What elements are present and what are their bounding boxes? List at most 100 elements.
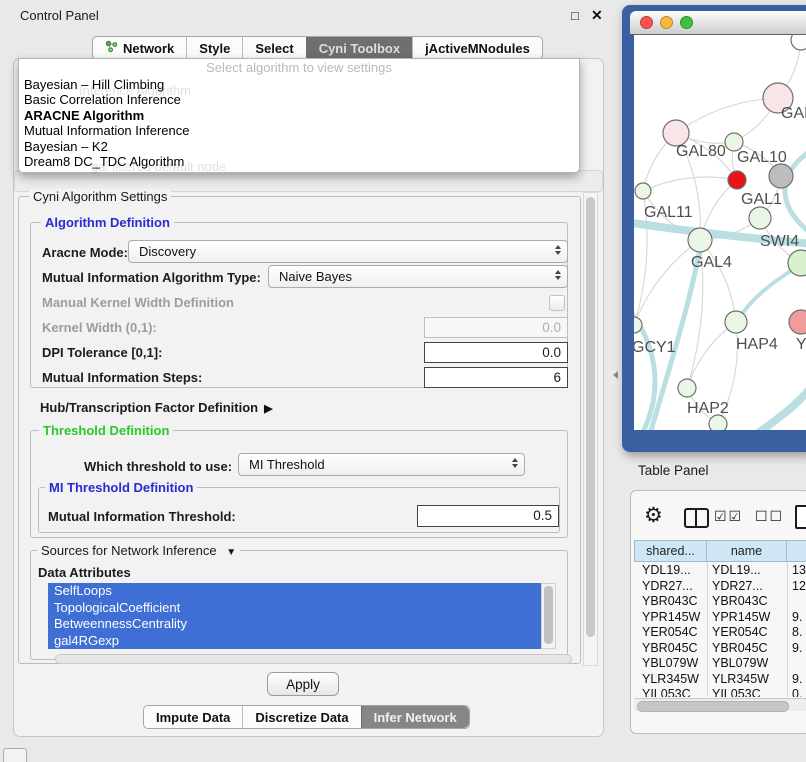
table-cell: YBR045C <box>642 641 698 655</box>
table-cell: YIL053C <box>712 687 761 697</box>
manual-kernel-width-checkbox[interactable] <box>549 295 565 311</box>
table-row[interactable]: YDL19...YDL19...13 <box>634 563 806 579</box>
attribute-item-gal4rgexp[interactable]: gal4RGexp <box>48 633 541 650</box>
table-row[interactable]: YBL079WYBL079W <box>634 656 806 672</box>
column-header-name[interactable]: name <box>707 540 787 562</box>
table-horizontal-scrollbar[interactable] <box>634 698 806 711</box>
table-cell: YDR27... <box>712 579 763 593</box>
tab-select[interactable]: Select <box>242 37 305 59</box>
node-label-hap4: HAP4 <box>736 336 778 353</box>
hub-definition-toggle[interactable]: Hub/Transcription Factor Definition▶ <box>40 400 273 415</box>
deselect-all-checkboxes-icon[interactable]: ☐☐ <box>755 508 784 525</box>
node-label-gal: GAL <box>781 105 806 122</box>
split-pane-collapse-icon[interactable] <box>613 371 618 379</box>
algorithm-item-basic-correlation-inference[interactable]: Basic Correlation Inference <box>19 92 579 107</box>
gear-icon[interactable]: ⚙ <box>644 503 663 529</box>
mi-algorithm-type-select[interactable]: Naive Bayes <box>268 265 568 288</box>
tab-network[interactable]: Network <box>93 37 186 59</box>
algorithm-item-bayesian-hill-climbing[interactable]: Bayesian – Hill Climbing <box>19 77 579 92</box>
horizontal-scrollbar[interactable] <box>55 654 572 664</box>
table-cell: YBR045C <box>712 641 768 655</box>
attribute-item-betweennesscentrality[interactable]: BetweennessCentrality <box>48 616 541 633</box>
network-node[interactable] <box>725 311 747 333</box>
table-cell: YDL19... <box>642 563 691 577</box>
node-label-swi4: SWI4 <box>760 233 799 250</box>
node-label-gal10: GAL10 <box>737 149 787 166</box>
algorithm-item-aracne-algorithm[interactable]: ARACNE Algorithm <box>19 108 579 123</box>
table-row[interactable]: YLR345WYLR345W9. <box>634 672 806 688</box>
table-row[interactable]: YBR043CYBR043C <box>634 594 806 610</box>
mi-steps-field[interactable]: 6 <box>424 367 568 388</box>
table-cell: 9. <box>792 672 802 686</box>
apply-button[interactable]: Apply <box>267 672 339 696</box>
stepper-arrows-icon <box>512 458 518 468</box>
tab-impute-data[interactable]: Impute Data <box>144 706 242 728</box>
network-node[interactable] <box>678 379 696 397</box>
network-node[interactable] <box>709 415 727 430</box>
screen: Control Panel □ ✕ NetworkStyleSelectCyni… <box>0 0 806 762</box>
network-canvas[interactable]: GALGAL80GAL10GAL1GAL11SWI4GAL4GCY1HAP4YH… <box>634 35 806 430</box>
network-node[interactable] <box>728 171 746 189</box>
table-cell: YLR345W <box>642 672 699 686</box>
network-node[interactable] <box>789 310 806 334</box>
close-icon[interactable]: ✕ <box>591 7 603 24</box>
tab-jactivemnodules[interactable]: jActiveMNodules <box>412 37 542 59</box>
column-header-shared[interactable]: shared... <box>634 540 707 562</box>
aracne-mode-label: Aracne Mode: <box>42 245 128 260</box>
mi-threshold-label: Mutual Information Threshold: <box>48 509 236 524</box>
group-title: Algorithm Definition <box>41 215 174 230</box>
network-node[interactable] <box>769 164 793 188</box>
float-window-icon[interactable]: □ <box>571 8 579 23</box>
algorithm-item-dream8-dc-tdc-algorithm[interactable]: Dream8 DC_TDC Algorithm <box>19 154 579 169</box>
stepper-arrows-icon <box>555 270 561 280</box>
column-separator <box>787 562 788 697</box>
network-icon <box>105 40 118 56</box>
which-threshold-select[interactable]: MI Threshold <box>238 453 525 476</box>
attribute-item-topologicalcoefficient[interactable]: TopologicalCoefficient <box>48 600 541 617</box>
mi-threshold-field[interactable]: 0.5 <box>417 505 559 527</box>
panel-dock-icon[interactable] <box>3 748 27 762</box>
aracne-mode-select[interactable]: Discovery <box>128 240 568 263</box>
table-icon[interactable] <box>795 505 806 529</box>
algorithm-dropdown: Select algorithm to view settings Infere… <box>18 58 580 173</box>
table-row[interactable]: YPR145WYPR145W9. <box>634 610 806 626</box>
group-title: Sources for Network Inference ▼ <box>37 543 240 558</box>
data-attributes-label: Data Attributes <box>38 565 131 580</box>
tab-cyni-toolbox[interactable]: Cyni Toolbox <box>306 37 412 59</box>
network-node[interactable] <box>791 35 806 50</box>
network-node[interactable] <box>635 183 651 199</box>
tab-discretize-data[interactable]: Discretize Data <box>242 706 360 728</box>
settings-vertical-scrollbar[interactable] <box>583 192 598 666</box>
select-all-checkboxes-icon[interactable]: ☑☑ <box>714 508 743 525</box>
minimize-traffic-light-icon[interactable] <box>660 16 673 29</box>
column-view-icon[interactable] <box>684 508 709 528</box>
dpi-tolerance-field[interactable]: 0.0 <box>424 342 568 363</box>
table-row[interactable]: YBR045CYBR045C9. <box>634 641 806 657</box>
column-header-extra[interactable] <box>787 540 806 562</box>
close-traffic-light-icon[interactable] <box>640 16 653 29</box>
data-attributes-list[interactable]: SelfLoopsTopologicalCoefficientBetweenne… <box>48 583 541 649</box>
node-label-hap2: HAP2 <box>687 400 729 417</box>
attribute-item-selfloops[interactable]: SelfLoops <box>48 583 541 600</box>
node-label-gal4: GAL4 <box>691 254 732 271</box>
table-row[interactable]: YDR27...YDR27...12 <box>634 579 806 595</box>
table-row[interactable]: YIL053CYIL053C0. <box>634 687 806 697</box>
kernel-width-label: Kernel Width (0,1): <box>42 320 157 335</box>
tab-style[interactable]: Style <box>186 37 242 59</box>
algorithm-item-bayesian-k2[interactable]: Bayesian – K2 <box>19 139 579 154</box>
algorithm-item-mutual-information-inference[interactable]: Mutual Information Inference <box>19 123 579 138</box>
network-node[interactable] <box>749 207 771 229</box>
table-cell: 9. <box>792 610 802 624</box>
node-label-gal1: GAL1 <box>741 191 782 208</box>
zoom-traffic-light-icon[interactable] <box>680 16 693 29</box>
kernel-width-field: 0.0 <box>424 317 568 338</box>
column-separator <box>707 562 708 697</box>
network-window-titlebar[interactable] <box>630 11 806 35</box>
network-node[interactable] <box>688 228 712 252</box>
attributes-scrollbar[interactable] <box>541 583 556 649</box>
table-cell: YBR043C <box>642 594 698 608</box>
tab-infer-network[interactable]: Infer Network <box>361 706 469 728</box>
table-row[interactable]: YER054CYER054C8. <box>634 625 806 641</box>
algorithm-list: Bayesian – Hill ClimbingBasic Correlatio… <box>19 77 579 169</box>
table-cell: YDR27... <box>642 579 693 593</box>
